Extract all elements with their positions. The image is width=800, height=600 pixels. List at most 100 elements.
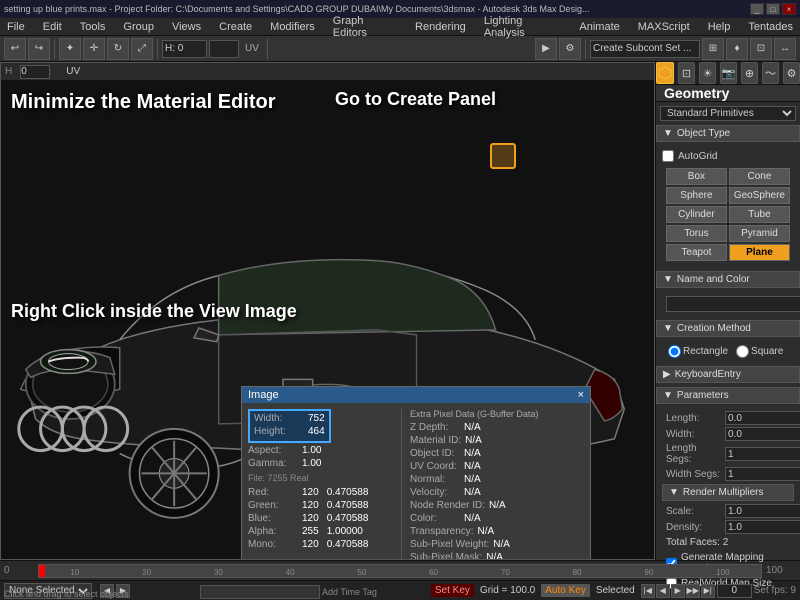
- uv-label: UV: [245, 43, 259, 54]
- rgb-section: Red: 120 0.470588 Green: 120 0.470588 Bl…: [248, 487, 393, 550]
- keyboard-arrow: ▶: [663, 369, 671, 380]
- geosphere-btn[interactable]: GeoSphere: [729, 187, 790, 204]
- move-btn[interactable]: ✛: [83, 38, 105, 60]
- set-key-area[interactable]: Set Key: [431, 584, 474, 597]
- helpers-icon-btn[interactable]: ⊕: [741, 62, 758, 84]
- name-color-content: [656, 290, 800, 318]
- shapes-icon-btn[interactable]: ⊡: [678, 62, 695, 84]
- play-btn[interactable]: ▶: [671, 584, 685, 598]
- rotate-btn[interactable]: ↻: [107, 38, 129, 60]
- scale-input[interactable]: [725, 504, 800, 518]
- creation-arrow: ▼: [663, 323, 673, 334]
- tube-btn[interactable]: Tube: [729, 206, 790, 223]
- menu-tools[interactable]: Tools: [77, 21, 109, 33]
- redo-btn[interactable]: ↪: [28, 38, 50, 60]
- image-dialog-content: Width: 752 Height: 464 Aspect:: [242, 403, 590, 559]
- cameras-icon-btn[interactable]: 📷: [720, 62, 737, 84]
- menu-tentades[interactable]: Tentades: [745, 21, 796, 33]
- menu-help[interactable]: Help: [705, 21, 734, 33]
- width-row: Width: ▲ ▼: [662, 426, 794, 442]
- dialog-right-col: Extra Pixel Data (G-Buffer Data) Z Depth…: [401, 409, 584, 559]
- minimize-btn[interactable]: _: [750, 3, 764, 15]
- menu-group[interactable]: Group: [120, 21, 157, 33]
- name-color-section[interactable]: ▼ Name and Color: [656, 271, 800, 288]
- pyramid-btn[interactable]: Pyramid: [729, 225, 790, 242]
- cylinder-btn[interactable]: Cylinder: [666, 206, 727, 223]
- tb-btn2[interactable]: ♦: [726, 38, 748, 60]
- tb-btn1[interactable]: ⊞: [702, 38, 724, 60]
- timeline-track[interactable]: 10 20 30 40 50 60 70 80 90 100: [38, 564, 762, 578]
- menu-animate[interactable]: Animate: [576, 21, 622, 33]
- parameters-section[interactable]: ▼ Parameters: [656, 387, 800, 404]
- length-row: Length: ▲ ▼: [662, 410, 794, 426]
- frame-input[interactable]: [717, 584, 752, 598]
- length-input[interactable]: [725, 411, 800, 425]
- menu-modifiers[interactable]: Modifiers: [267, 21, 318, 33]
- menu-file[interactable]: File: [4, 21, 28, 33]
- maximize-btn[interactable]: □: [766, 3, 780, 15]
- wsegs-input[interactable]: [725, 467, 800, 481]
- torus-btn[interactable]: Torus: [666, 225, 727, 242]
- add-time-tag: Add Time Tag: [200, 585, 377, 599]
- primitives-dropdown[interactable]: Standard Primitives: [660, 106, 796, 121]
- go-end-btn[interactable]: ▶|: [701, 584, 715, 598]
- plane-btn[interactable]: Plane: [729, 244, 790, 261]
- square-radio[interactable]: Square: [736, 345, 783, 358]
- tick-30: 30: [214, 568, 223, 577]
- prev-btn[interactable]: ◀: [656, 584, 670, 598]
- systems-icon-btn[interactable]: ⚙: [783, 62, 800, 84]
- window-controls[interactable]: _ □ ×: [750, 3, 796, 15]
- menu-edit[interactable]: Edit: [40, 21, 65, 33]
- normal-row: Normal: N/A: [410, 474, 584, 485]
- cone-btn[interactable]: Cone: [729, 168, 790, 185]
- rectangle-radio[interactable]: Rectangle: [668, 345, 728, 358]
- go-start-btn[interactable]: |◀: [641, 584, 655, 598]
- close-btn[interactable]: ×: [782, 3, 796, 15]
- title-text: setting up blue prints.max - Project Fol…: [4, 4, 590, 14]
- render-mult-section[interactable]: ▼ Render Multipliers: [662, 484, 794, 501]
- tb-btn3[interactable]: ⊡: [750, 38, 772, 60]
- autogrid-cb[interactable]: [662, 150, 674, 162]
- box-btn[interactable]: Box: [666, 168, 727, 185]
- viewport-h-input[interactable]: [20, 65, 50, 79]
- menu-create[interactable]: Create: [216, 21, 255, 33]
- named-sel-input[interactable]: [590, 40, 700, 58]
- menu-maxscript[interactable]: MAXScript: [635, 21, 693, 33]
- undo-btn[interactable]: ↩: [4, 38, 26, 60]
- red-row: Red: 120 0.470588: [248, 487, 393, 498]
- menu-lighting[interactable]: Lighting Analysis: [481, 15, 565, 39]
- object-type-section[interactable]: ▼ Object Type: [656, 125, 800, 142]
- tb-btn4[interactable]: ↔: [774, 38, 796, 60]
- spacewarps-icon-btn[interactable]: 〜: [762, 62, 779, 84]
- x-input[interactable]: [162, 40, 207, 58]
- density-input[interactable]: [725, 520, 800, 534]
- object-name-input[interactable]: [666, 296, 800, 312]
- add-time-input[interactable]: [200, 585, 320, 599]
- viewport-uv-label: UV: [66, 66, 80, 77]
- creation-method-content: Rectangle Square: [656, 339, 800, 364]
- width-input[interactable]: [725, 427, 800, 441]
- keyboard-entry-section[interactable]: ▶ KeyboardEntry: [656, 366, 800, 383]
- menu-graph-editors[interactable]: Graph Editors: [330, 15, 400, 39]
- scale-btn[interactable]: ⤢: [131, 38, 153, 60]
- render-settings-btn[interactable]: ⚙: [559, 38, 581, 60]
- annotation-goto: Go to Create Panel: [335, 89, 496, 110]
- lights-icon-btn[interactable]: ☀: [699, 62, 716, 84]
- select-btn[interactable]: ✦: [59, 38, 81, 60]
- image-dialog-title[interactable]: Image ×: [242, 387, 590, 403]
- sphere-btn[interactable]: Sphere: [666, 187, 727, 204]
- geometry-label: Geometry: [656, 85, 800, 102]
- teapot-btn[interactable]: Teapot: [666, 244, 727, 261]
- fwd-btn[interactable]: ▶▶: [686, 584, 700, 598]
- tick-70: 70: [501, 568, 510, 577]
- render-btn[interactable]: ▶: [535, 38, 557, 60]
- subpixm-row: Sub-Pixel Mask: N/A: [410, 552, 584, 559]
- car-image[interactable]: Minimize the Material Editor Go to Creat…: [1, 81, 654, 559]
- geometry-icon-btn[interactable]: [656, 62, 674, 84]
- y-input[interactable]: [209, 40, 239, 58]
- menu-rendering[interactable]: Rendering: [412, 21, 469, 33]
- menu-views[interactable]: Views: [169, 21, 204, 33]
- creation-method-section[interactable]: ▼ Creation Method: [656, 320, 800, 337]
- auto-key-btn[interactable]: Auto Key: [541, 584, 590, 597]
- lsegs-input[interactable]: [725, 447, 800, 461]
